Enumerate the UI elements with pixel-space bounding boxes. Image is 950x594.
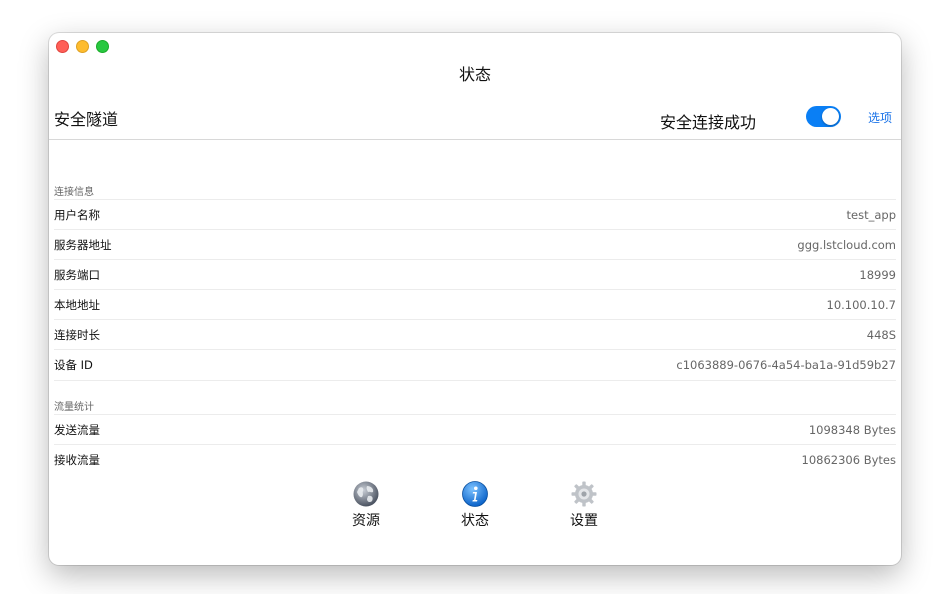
window-title: 状态 — [458, 65, 491, 84]
tunnel-toggle[interactable] — [806, 106, 841, 127]
info-row-duration: 连接时长 448S — [54, 319, 896, 350]
row-value: c1063889-0676-4a54-ba1a-91d59b27 — [676, 358, 896, 372]
row-value: test_app — [846, 208, 896, 222]
info-row-username: 用户名称 test_app — [54, 199, 896, 230]
info-row-server-port: 服务端口 18999 — [54, 259, 896, 290]
gear-icon — [571, 481, 597, 507]
maximize-window-button[interactable] — [96, 40, 109, 53]
close-window-button[interactable] — [56, 40, 69, 53]
row-value: 448S — [866, 328, 896, 342]
info-row-device-id: 设备 ID c1063889-0676-4a54-ba1a-91d59b27 — [54, 349, 896, 381]
tab-resources[interactable]: 资源 — [336, 480, 396, 530]
tab-label: 设置 — [570, 513, 598, 529]
options-link[interactable]: 选项 — [868, 109, 892, 126]
row-label: 本地地址 — [54, 298, 100, 312]
tunnel-header: 安全隧道 安全连接成功 选项 — [49, 99, 901, 140]
connection-section-title: 连接信息 — [54, 187, 94, 198]
traffic-section-title: 流量统计 — [54, 402, 94, 413]
window-controls — [56, 40, 109, 53]
tunnel-label: 安全隧道 — [54, 110, 119, 129]
row-value: 10.100.10.7 — [826, 298, 897, 312]
tab-label: 资源 — [352, 513, 380, 529]
row-label: 用户名称 — [54, 208, 100, 222]
traffic-row-sent: 发送流量 1098348 Bytes — [54, 414, 896, 445]
info-row-local-address: 本地地址 10.100.10.7 — [54, 289, 896, 320]
app-window: 状态 安全隧道 安全连接成功 选项 连接信息 用户名称 test_app 服务器… — [49, 33, 901, 565]
tab-label: 状态 — [461, 513, 489, 529]
info-row-server-address: 服务器地址 ggg.lstcloud.com — [54, 229, 896, 260]
row-label: 服务端口 — [54, 268, 100, 282]
tab-settings[interactable]: 设置 — [554, 480, 614, 530]
row-value: ggg.lstcloud.com — [797, 238, 896, 252]
traffic-row-received: 接收流量 10862306 Bytes — [54, 444, 896, 475]
minimize-window-button[interactable] — [76, 40, 89, 53]
row-label: 发送流量 — [54, 423, 100, 437]
connection-status-text: 安全连接成功 — [660, 113, 757, 132]
row-label: 连接时长 — [54, 328, 100, 342]
row-value: 18999 — [859, 268, 896, 282]
info-icon — [462, 481, 488, 507]
bottom-tab-bar: 资源 状态 设置 — [49, 480, 901, 540]
tab-status[interactable]: 状态 — [445, 480, 505, 530]
row-label: 接收流量 — [54, 453, 100, 467]
row-label: 设备 ID — [54, 358, 93, 372]
row-value: 10862306 Bytes — [801, 453, 896, 467]
row-label: 服务器地址 — [54, 238, 112, 252]
globe-icon — [353, 481, 379, 507]
row-value: 1098348 Bytes — [808, 423, 896, 437]
toggle-knob — [822, 108, 839, 125]
